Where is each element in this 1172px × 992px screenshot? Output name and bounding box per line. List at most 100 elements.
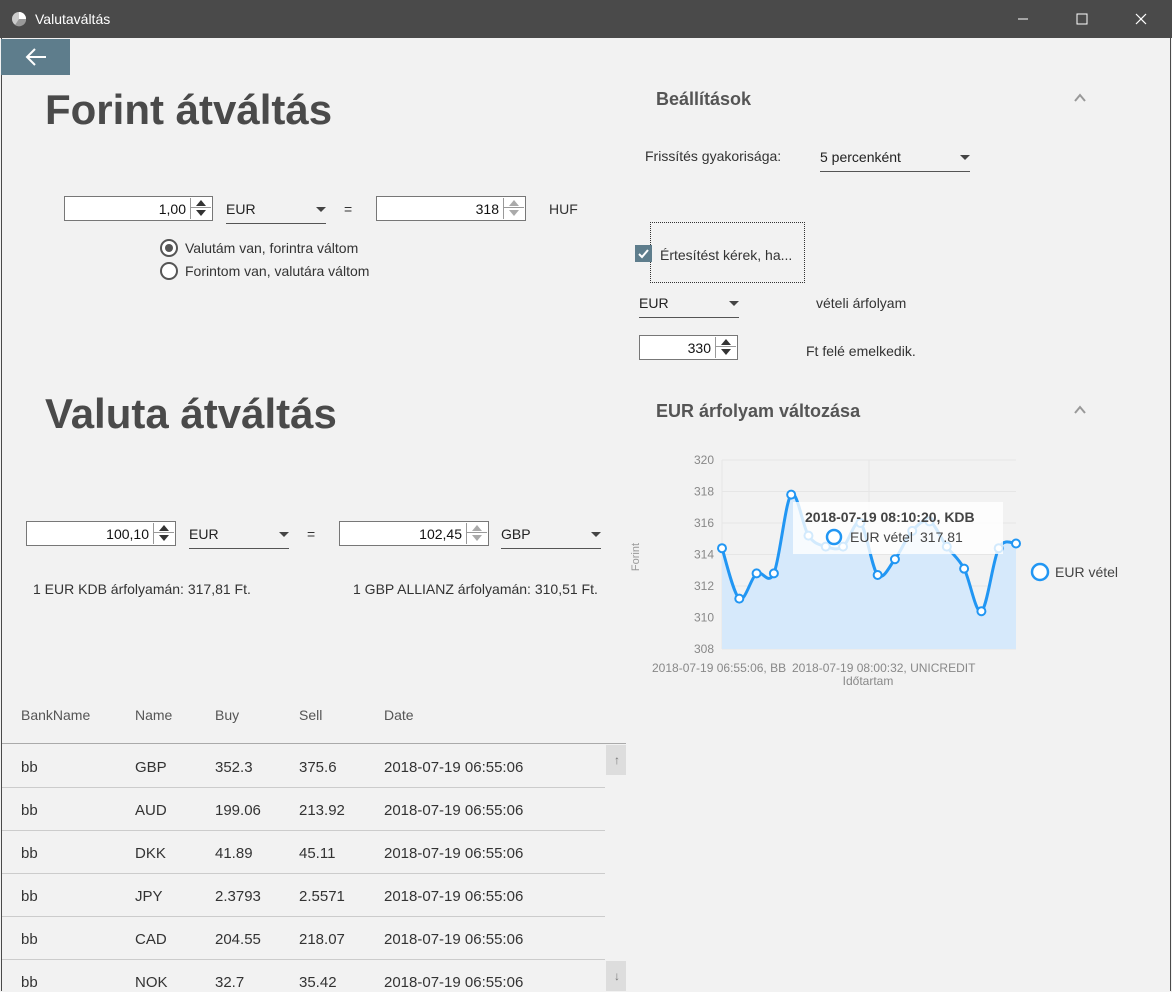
cell-sell: 218.07 [299, 931, 345, 948]
cell-bankname: bb [21, 759, 38, 776]
forint-currency-dropdown[interactable]: EUR [226, 196, 326, 224]
notify-label[interactable]: Értesítést kérek, ha... [660, 247, 792, 263]
table-header: BankName Name Buy Sell Date [2, 696, 626, 744]
notify-threshold-spinner[interactable] [715, 337, 736, 358]
notify-checkbox[interactable] [635, 245, 652, 262]
y-tick-label: 310 [694, 611, 714, 625]
cell-date: 2018-07-19 06:55:06 [384, 802, 524, 819]
tooltip-value: 317.81 [920, 529, 963, 545]
rate-chart: 308 310 312 314 316 318 320 Forint 2018-07-19 … [630, 453, 1118, 688]
table-row[interactable]: bb JPY 2.3793 2.5571 2018-07-19 06:55:06 [2, 874, 605, 917]
data-point[interactable] [768, 568, 779, 579]
chart-legend[interactable]: EUR vétel [1030, 562, 1118, 582]
column-header-name[interactable]: Name [135, 707, 172, 723]
close-button[interactable] [1118, 0, 1164, 38]
forint-result-input[interactable]: 318 [376, 196, 526, 221]
spin-down-icon[interactable] [154, 533, 174, 543]
data-point[interactable] [976, 606, 987, 617]
cell-bankname: bb [21, 974, 38, 991]
valuta-result-value: 102,45 [419, 526, 462, 542]
spin-down-icon[interactable] [716, 347, 736, 357]
data-point[interactable] [751, 568, 762, 579]
spin-up-icon[interactable] [716, 337, 736, 347]
notify-threshold-input[interactable]: 330 [639, 335, 738, 360]
back-arrow-icon [25, 48, 46, 66]
data-point[interactable] [786, 489, 797, 500]
x-tick-label-0: 2018-07-19 06:55:06, BB [652, 661, 786, 675]
valuta-amount-spinner[interactable] [153, 523, 174, 544]
legend-label: EUR vétel [1055, 564, 1118, 580]
column-header-date[interactable]: Date [384, 707, 414, 723]
data-point[interactable] [717, 543, 727, 554]
table-row[interactable]: bb CAD 204.55 218.07 2018-07-19 06:55:06 [2, 917, 605, 960]
valuta-from-value: EUR [189, 526, 219, 542]
table-row[interactable]: bb GBP 352.3 375.6 2018-07-19 06:55:06 [2, 745, 605, 788]
checkmark-icon [638, 249, 649, 259]
table-row[interactable]: bb DKK 41.89 45.11 2018-07-19 06:55:06 [2, 831, 605, 874]
forint-amount-spinner[interactable] [190, 198, 211, 219]
table-scrollbar[interactable]: ↑ ↓ [606, 745, 626, 991]
valuta-from-dropdown[interactable]: EUR [189, 521, 289, 549]
data-point[interactable] [872, 569, 883, 580]
refresh-dropdown[interactable]: 5 percenként [820, 144, 970, 172]
valuta-to-rate: 1 GBP ALLIANZ árfolyamán: 310,51 Ft. [353, 581, 598, 597]
chevron-down-icon [279, 532, 289, 537]
forint-result-spinner [503, 198, 524, 219]
cell-name: DKK [135, 845, 166, 862]
maximize-button[interactable] [1059, 0, 1105, 38]
back-button[interactable] [1, 39, 70, 75]
forint-amount-input[interactable]: 1,00 [64, 196, 213, 221]
cell-bankname: bb [21, 845, 38, 862]
y-tick-label: 320 [694, 453, 714, 467]
cell-bankname: bb [21, 931, 38, 948]
chevron-down-icon [960, 155, 970, 160]
y-tick-label: 318 [694, 485, 714, 499]
radio-have-currency[interactable] [160, 239, 178, 257]
radio-have-forint[interactable] [160, 262, 178, 280]
radio-have-currency-label[interactable]: Valutám van, forintra váltom [185, 240, 358, 256]
title-bar: Valutaváltás [0, 0, 1172, 38]
table-row[interactable]: bb AUD 199.06 213.92 2018-07-19 06:55:06 [2, 788, 605, 831]
notify-currency-dropdown[interactable]: EUR [639, 290, 739, 318]
valuta-result-spinner [466, 523, 487, 544]
chart-tooltip: 2018-07-19 08:10:20, KDB EUR vétel 317.8… [793, 502, 1003, 554]
notify-direction-label: Ft felé emelkedik. [806, 343, 916, 359]
cell-buy: 352.3 [215, 759, 253, 776]
data-point[interactable] [1011, 538, 1021, 549]
valuta-result-input[interactable]: 102,45 [339, 521, 489, 546]
tooltip-series: EUR vétel [850, 529, 913, 545]
spin-up-icon [467, 523, 487, 533]
collapse-settings-icon[interactable] [1074, 92, 1086, 104]
collapse-chart-icon[interactable] [1074, 404, 1086, 416]
valuta-amount-input[interactable]: 100,10 [26, 521, 176, 546]
data-point[interactable] [959, 563, 970, 574]
cell-date: 2018-07-19 06:55:06 [384, 888, 524, 905]
cell-name: GBP [135, 759, 167, 776]
column-header-buy[interactable]: Buy [215, 707, 239, 723]
minimize-icon [1018, 18, 1028, 20]
cell-name: JPY [135, 888, 163, 905]
column-header-bankname[interactable]: BankName [21, 707, 90, 723]
scroll-down-icon[interactable]: ↓ [606, 961, 626, 991]
valuta-from-rate: 1 EUR KDB árfolyamán: 317,81 Ft. [33, 581, 251, 597]
data-point[interactable] [734, 593, 745, 604]
forint-amount-value: 1,00 [158, 201, 186, 217]
cell-bankname: bb [21, 888, 38, 905]
minimize-button[interactable] [1000, 0, 1046, 38]
spin-down-icon[interactable] [191, 208, 211, 218]
chevron-down-icon [729, 301, 739, 306]
spin-up-icon[interactable] [154, 523, 174, 533]
scroll-up-icon[interactable]: ↑ [606, 745, 626, 775]
x-tick-label-1: 2018-07-19 08:00:32, UNICREDIT [792, 661, 976, 675]
radio-have-forint-label[interactable]: Forintom van, valutára váltom [185, 263, 369, 279]
table-row[interactable]: bb NOK 32.7 35.42 2018-07-19 06:55:06 [2, 960, 605, 991]
cell-buy: 41.89 [215, 845, 253, 862]
valuta-to-dropdown[interactable]: GBP [501, 521, 601, 549]
spin-up-icon[interactable] [191, 198, 211, 208]
y-tick-label: 314 [694, 548, 714, 562]
data-point[interactable] [889, 554, 900, 565]
window-title: Valutaváltás [35, 11, 111, 27]
refresh-value: 5 percenként [820, 149, 901, 165]
column-header-sell[interactable]: Sell [299, 707, 322, 723]
cell-sell: 2.5571 [299, 888, 345, 905]
